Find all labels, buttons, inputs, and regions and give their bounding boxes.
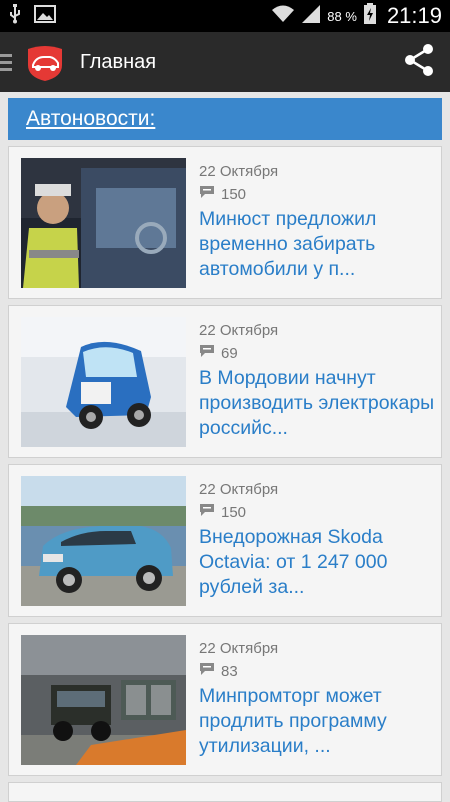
comment-icon	[199, 344, 215, 362]
share-icon	[403, 43, 435, 82]
comment-icon	[199, 662, 215, 680]
comment-icon	[199, 503, 215, 521]
news-title[interactable]: Минпромторг может продлить программу ути…	[199, 684, 439, 759]
news-image[interactable]	[21, 317, 186, 447]
share-button[interactable]	[402, 43, 436, 82]
screen-title: Главная	[80, 50, 157, 73]
news-title[interactable]: Минюст предложил временно забирать автом…	[199, 207, 439, 282]
news-image[interactable]	[21, 476, 186, 606]
section-header[interactable]: Автоновости:	[8, 98, 442, 140]
news-comments: 83	[199, 662, 238, 680]
section-title[interactable]: Автоновости:	[26, 107, 155, 131]
car-logo-icon[interactable]	[24, 41, 66, 83]
news-image[interactable]	[21, 635, 186, 765]
status-bar: 88 % 21:19	[0, 0, 450, 32]
wifi-icon	[271, 4, 295, 29]
news-comments: 69	[199, 344, 238, 362]
battery-charging-icon	[363, 2, 377, 30]
comment-count: 150	[221, 503, 247, 521]
image-icon	[34, 4, 56, 28]
news-card[interactable]: 22 Октября 150 Минюст предложил временно…	[8, 146, 442, 299]
news-comments: 150	[199, 185, 246, 203]
comment-icon	[199, 185, 215, 203]
comment-count: 69	[221, 344, 238, 362]
action-bar: Главная	[0, 32, 450, 92]
clock: 21:19	[386, 3, 442, 28]
news-title[interactable]: В Мордовии начнут производить электрокар…	[199, 366, 439, 441]
usb-icon	[8, 3, 22, 29]
news-date: 22 Октября	[199, 163, 279, 180]
news-title[interactable]: Внедорожная Skoda Octavia: от 1 247 000 …	[199, 525, 439, 600]
news-card[interactable]: 22 Октября 150 Внедорожная Skoda Octavia…	[8, 464, 442, 617]
news-card[interactable]: 22 Октября 83 Минпромторг может продлить…	[8, 623, 442, 776]
news-date: 22 Октября	[199, 640, 279, 657]
news-card[interactable]: 22 Октября 69 В Мордовии начнут производ…	[8, 305, 442, 458]
drawer-menu-icon[interactable]	[0, 50, 14, 74]
comment-count: 83	[221, 662, 238, 680]
battery-percent: 88 %	[327, 8, 357, 24]
signal-icon	[301, 4, 321, 29]
news-image[interactable]	[21, 158, 186, 288]
news-comments: 150	[199, 503, 246, 521]
comment-count: 150	[221, 185, 247, 203]
news-card[interactable]	[8, 782, 442, 802]
news-date: 22 Октября	[199, 481, 279, 498]
news-date: 22 Октября	[199, 322, 279, 339]
